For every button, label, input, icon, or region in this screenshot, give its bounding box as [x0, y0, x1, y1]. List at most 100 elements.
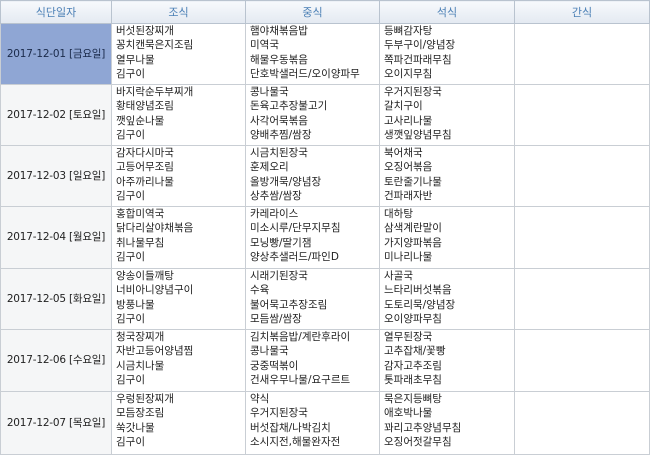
- lunch-cell[interactable]: 약식 우거지된장국 버섯잡채/나박김치 소시지전,해물완자전: [245, 391, 380, 455]
- menu-item: 홍합미역국: [116, 208, 165, 220]
- dinner-cell[interactable]: 등뼈감자탕 두부구이/양념장 쪽파건파래무침 오이지무침: [379, 23, 515, 85]
- menu-item: 건파래자반: [384, 190, 433, 203]
- menu-item: 북어채국: [384, 147, 423, 159]
- header-dinner[interactable]: 석식: [379, 0, 515, 24]
- lunch-cell[interactable]: 콩나물국 돈육고추장불고기 사각어묵볶음 양배추찜/쌈장: [245, 84, 380, 146]
- date-cell[interactable]: 2017-12-01 [금요일]: [0, 23, 112, 85]
- dinner-cell[interactable]: 대하탕삼색계란말이 가지양파볶음미나리나물: [379, 206, 515, 269]
- menu-item: 청국장찌개: [116, 331, 165, 343]
- menu-item: 양송이들깨탕: [116, 270, 174, 282]
- menu-item: 올방개묵/양념장: [250, 175, 322, 188]
- menu-item: 김구이: [116, 251, 145, 264]
- snack-cell[interactable]: [514, 84, 650, 146]
- menu-item: 열무나물: [116, 53, 155, 66]
- date-cell[interactable]: 2017-12-04 [월요일]: [0, 206, 112, 269]
- menu-item: 시래기된장국: [250, 270, 308, 282]
- menu-item: 오이지무침: [384, 68, 433, 81]
- menu-item: 깻잎순나물: [116, 114, 165, 127]
- menu-item: 대하탕: [384, 208, 413, 220]
- menu-item: 황태양념조림: [116, 100, 174, 113]
- menu-item: 김구이: [116, 129, 145, 142]
- breakfast-cell[interactable]: 바지락순두부찌개황태양념조림 깻잎순나물김구이: [111, 84, 246, 146]
- dinner-cell[interactable]: 북어채국오징어볶음 토란줄기나물건파래자반: [379, 145, 515, 207]
- menu-item: 닭다리살야채볶음: [116, 222, 194, 235]
- header-breakfast[interactable]: 조식: [111, 0, 246, 24]
- lunch-cell[interactable]: 카레라이스 미소시루/단무지무침 모닝빵/딸기잼 양상추샐러드/파인D: [245, 206, 380, 269]
- date-cell[interactable]: 2017-12-03 [일요일]: [0, 145, 112, 207]
- lunch-cell[interactable]: 시금치된장국 훈제오리 올방개묵/양념장 상추쌈/쌈장: [245, 145, 380, 207]
- date-cell[interactable]: 2017-12-02 [토요일]: [0, 84, 112, 146]
- date-cell[interactable]: 2017-12-07 [목요일]: [0, 391, 112, 455]
- header-snack[interactable]: 간식: [514, 0, 650, 24]
- menu-item: 오징어볶음: [384, 161, 433, 174]
- menu-item: 고사리나물: [384, 114, 433, 127]
- breakfast-cell[interactable]: 홍합미역국 닭다리살야채볶음 취나물무침 김구이: [111, 206, 246, 269]
- lunch-cell[interactable]: 시래기된장국 수육 불어묵고추장조림 모듬쌈/쌈장: [245, 268, 380, 330]
- menu-item: 우렁된장찌개: [116, 393, 174, 405]
- date-cell[interactable]: 2017-12-05 [화요일]: [0, 268, 112, 330]
- breakfast-cell[interactable]: 청국장찌개 자반고등어양념찜 시금치나물 김구이: [111, 329, 246, 392]
- snack-cell[interactable]: [514, 268, 650, 330]
- menu-item: 미역국: [250, 39, 279, 52]
- menu-item: 양상추샐러드/파인D: [250, 251, 339, 264]
- menu-item: 콩나물국: [250, 345, 289, 358]
- table-row[interactable]: 2017-12-01 [금요일] 버섯된장찌개 꽁치캔묵은지조림 열무나물 김구이 햄야채…: [0, 23, 650, 85]
- menu-item: 가지양파볶음: [384, 236, 442, 249]
- date-cell[interactable]: 2017-12-06 [수요일]: [0, 329, 112, 392]
- header-date[interactable]: 식단일자: [0, 0, 112, 24]
- dinner-cell[interactable]: 열무된장국 고추잡채/꽃빵 감자고추조림 톳파래초무침: [379, 329, 515, 392]
- snack-cell[interactable]: [514, 206, 650, 269]
- table-row[interactable]: 2017-12-05 [화요일] 양송이들깨탕 너비아니양념구이 방풍나물 김구이 시래기…: [0, 268, 650, 330]
- menu-item: 양배추찜/쌈장: [250, 129, 312, 142]
- menu-item: 상추쌈/쌈장: [250, 190, 302, 203]
- menu-item: 미나리나물: [384, 251, 433, 264]
- menu-item: 콩나물국: [250, 86, 289, 98]
- snack-cell[interactable]: [514, 145, 650, 207]
- menu-item: 열무된장국: [384, 331, 433, 343]
- menu-item: 김구이: [116, 190, 145, 203]
- menu-item: 삼색계란말이: [384, 222, 442, 235]
- menu-item: 궁중떡볶이: [250, 359, 299, 372]
- menu-item: 갈치구이: [384, 100, 423, 113]
- snack-cell[interactable]: [514, 329, 650, 392]
- snack-cell[interactable]: [514, 391, 650, 455]
- snack-cell[interactable]: [514, 23, 650, 85]
- breakfast-cell[interactable]: 감자다시마국 고등어무조림 아주까리나물 김구이: [111, 145, 246, 207]
- menu-item: 우거지된장국: [384, 86, 442, 98]
- menu-item: 두부구이/양념장: [384, 39, 456, 52]
- menu-item: 해물우동볶음: [250, 53, 308, 66]
- table-row[interactable]: 2017-12-07 [목요일] 우렁된장찌개 모듬장조림 쑥갓나물 김구이 약식 우거지된…: [0, 391, 650, 455]
- lunch-cell[interactable]: 햄야채볶음밥 미역국 해물우동볶음 단호박샐러드/오이양파무: [245, 23, 380, 85]
- menu-item: 모듬쌈/쌈장: [250, 313, 302, 326]
- table-row[interactable]: 2017-12-06 [수요일] 청국장찌개 자반고등어양념찜 시금치나물 김구이 김치볶…: [0, 329, 650, 392]
- header-lunch[interactable]: 중식: [245, 0, 380, 24]
- table-row[interactable]: 2017-12-02 [토요일] 바지락순두부찌개 황태양념조림 깻잎순나물 김구이 콩나…: [0, 84, 650, 146]
- lunch-cell[interactable]: 김치볶음밥/계란후라이 콩나물국 궁중떡볶이 건새우무나물/요구르트: [245, 329, 380, 392]
- menu-item: 미소시루/단무지무침: [250, 222, 341, 235]
- breakfast-cell[interactable]: 버섯된장찌개 꽁치캔묵은지조림 열무나물 김구이: [111, 23, 246, 85]
- breakfast-cell[interactable]: 우렁된장찌개 모듬장조림 쑥갓나물 김구이: [111, 391, 246, 455]
- menu-item: 시금치나물: [116, 359, 165, 372]
- menu-item: 쑥갓나물: [116, 421, 155, 434]
- table-row[interactable]: 2017-12-04 [월요일] 홍합미역국 닭다리살야채볶음 취나물무침 김구이 카레라…: [0, 206, 650, 269]
- menu-item: 돈육고추장불고기: [250, 100, 328, 113]
- menu-item: 토란줄기나물: [384, 175, 442, 188]
- menu-item: 사골국: [384, 270, 413, 282]
- dinner-cell[interactable]: 우거지된장국 갈치구이 고사리나물 생깻잎양념무침: [379, 84, 515, 146]
- header-row: 식단일자 조식 중식 석식 간식: [0, 0, 650, 24]
- menu-item: 자반고등어양념찜: [116, 345, 194, 358]
- menu-item: 오이양파무침: [384, 313, 442, 326]
- menu-item: 고등어무조림: [116, 161, 174, 174]
- menu-item: 오징어젓갈무침: [384, 436, 452, 449]
- dinner-cell[interactable]: 묵은지등뼈탕 애호박나물 꽈리고추양념무침 오징어젓갈무침: [379, 391, 515, 455]
- menu-item: 감자고추조림: [384, 359, 442, 372]
- menu-item: 단호박샐러드/오이양파무: [250, 68, 360, 81]
- dinner-cell[interactable]: 사골국 느타리버섯볶음 도토리묵/양념장 오이양파무침: [379, 268, 515, 330]
- menu-item: 꽈리고추양념무침: [384, 421, 462, 434]
- menu-item: 건새우무나물/요구르트: [250, 374, 351, 387]
- breakfast-cell[interactable]: 양송이들깨탕 너비아니양념구이 방풍나물 김구이: [111, 268, 246, 330]
- menu-item: 바지락순두부찌개: [116, 86, 194, 98]
- menu-item: 방풍나물: [116, 298, 155, 311]
- meal-menu-table: 식단일자 조식 중식 석식 간식 2017-12-01 [금요일] 버섯된장찌개 꽁…: [0, 0, 650, 455]
- table-row[interactable]: 2017-12-03 [일요일] 감자다시마국 고등어무조림 아주까리나물 김구이 시금치…: [0, 145, 650, 207]
